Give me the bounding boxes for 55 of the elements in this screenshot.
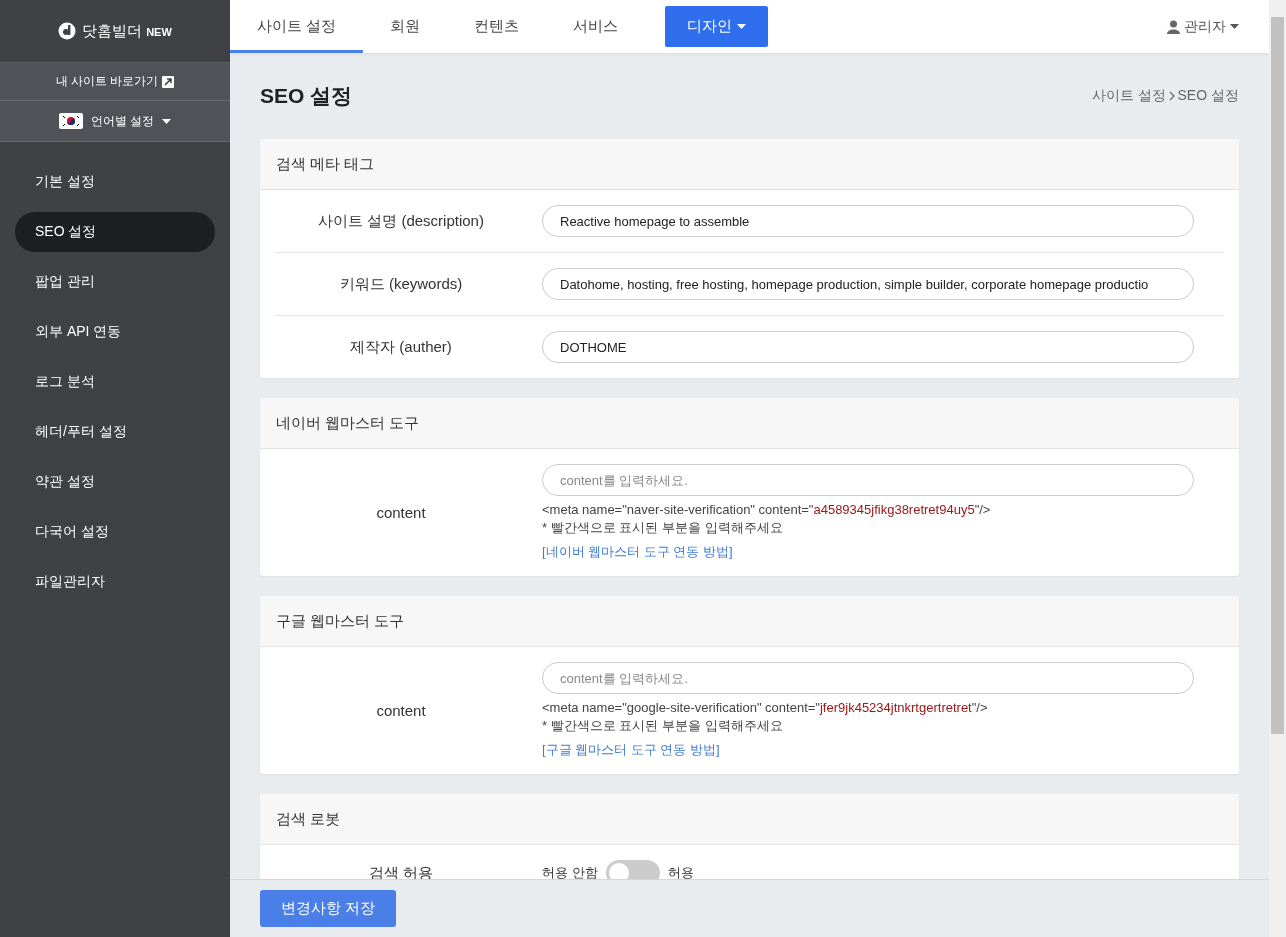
language-dropdown[interactable]: 언어별 설정 xyxy=(0,101,230,142)
sidebar-item[interactable]: 약관 설정 xyxy=(15,462,215,502)
text-field[interactable]: Datohome, hosting, free hosting, homepage production, simple builder, corporate homepage productio xyxy=(542,268,1194,300)
sidebar-item[interactable]: 헤더/푸터 설정 xyxy=(15,412,215,452)
field-label: 검색 허용 xyxy=(368,863,434,879)
field-label: 제작자 (auther) xyxy=(350,337,452,357)
toggle-switch[interactable] xyxy=(605,860,660,879)
card-header: 검색 메타 태그 xyxy=(260,139,1239,190)
hint-note: * 빨간색으로 표시된 부분을 입력해주세요 xyxy=(542,717,784,735)
card-header: 구글 웹마스터 도구 xyxy=(260,596,1239,647)
content-field[interactable]: content를 입력하세요. xyxy=(542,464,1194,496)
sidebar-item[interactable]: 팝업 관리 xyxy=(15,262,215,302)
sidebar-item[interactable]: SEO 설정 xyxy=(15,212,215,252)
field-label: 사이트 설명 (description) xyxy=(318,211,484,231)
nav-tab[interactable]: 회원 xyxy=(363,3,448,53)
card-header: 검색 로봇 xyxy=(260,794,1239,845)
field-label: content xyxy=(376,702,426,719)
caret-icon xyxy=(162,118,172,124)
guide-link[interactable]: [구글 웹마스터 도구 연동 방법] xyxy=(542,741,1194,759)
user-icon xyxy=(1167,19,1180,34)
field-label: content xyxy=(376,504,426,521)
meta-tag-hint: <meta name="google-site-verification" content="jfer9jk45234jtnkrtgertretret"/> xyxy=(542,700,989,715)
breadcrumb-item[interactable]: 사이트 설정 xyxy=(1091,87,1166,105)
sidebar-item[interactable]: 다국어 설정 xyxy=(15,512,215,552)
nav-tab[interactable]: 컨텐츠 xyxy=(447,3,547,53)
logo-text: 닷홈빌더 NEW xyxy=(82,21,172,41)
chevron-right-icon xyxy=(1168,91,1175,101)
site-shortcut-link[interactable]: 내 사이트 바로가기 xyxy=(0,63,230,101)
guide-link[interactable]: [네이버 웹마스터 도구 연동 방법] xyxy=(542,543,1194,561)
caret-icon xyxy=(1230,24,1239,29)
user-menu[interactable]: 관리자 xyxy=(1167,0,1269,53)
breadcrumb-item: SEO 설정 xyxy=(1177,87,1239,105)
scrollbar[interactable] xyxy=(1269,0,1286,937)
sidebar-item[interactable]: 파일관리자 xyxy=(15,562,215,602)
sidebar-item[interactable]: 기본 설정 xyxy=(15,162,215,202)
logo-icon xyxy=(58,22,77,40)
card-header: 네이버 웹마스터 도구 xyxy=(260,398,1239,449)
field-label: 키워드 (keywords) xyxy=(339,274,463,294)
hint-note: * 빨간색으로 표시된 부분을 입력해주세요 xyxy=(542,519,784,537)
toggle-off-label: 허용 안함 xyxy=(542,864,598,879)
page-title: SEO 설정 xyxy=(260,83,353,109)
caret-icon xyxy=(737,24,747,29)
sidebar-item[interactable]: 외부 API 연동 xyxy=(15,312,215,352)
sidebar-item[interactable]: 로그 분석 xyxy=(15,362,215,402)
save-button[interactable]: 변경사항 저장 xyxy=(260,890,397,927)
design-dropdown-button[interactable]: 디자인 xyxy=(665,6,769,47)
external-link-icon xyxy=(162,75,175,88)
text-field[interactable]: DOTHOME xyxy=(542,331,1194,363)
content-field[interactable]: content를 입력하세요. xyxy=(542,662,1194,694)
nav-tab[interactable]: 서비스 xyxy=(546,3,646,53)
nav-tab[interactable]: 사이트 설정 xyxy=(230,3,364,53)
meta-tag-hint: <meta name="naver-site-verification" content="a4589345jfikg38retret94uy5"/> xyxy=(542,502,992,517)
flag-icon xyxy=(58,113,83,129)
toggle-on-label: 허용 xyxy=(667,864,694,879)
text-field[interactable]: Reactive homepage to assemble xyxy=(542,205,1194,237)
